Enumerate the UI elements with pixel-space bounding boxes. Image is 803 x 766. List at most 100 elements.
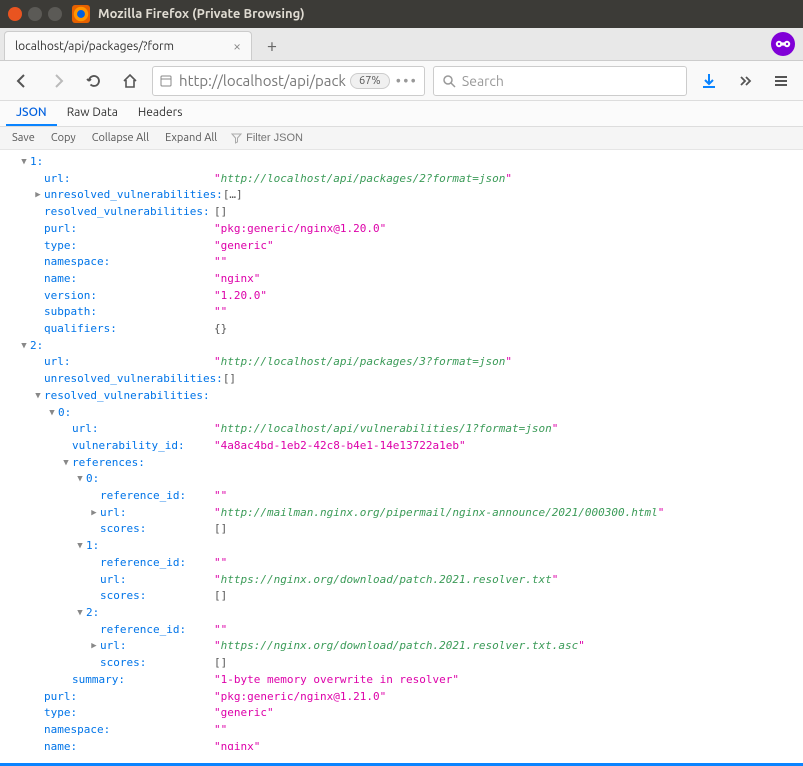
json-key[interactable]: purl:: [44, 221, 77, 238]
json-value: 1-byte memory overwrite in resolver: [221, 673, 453, 686]
json-value[interactable]: http://localhost/api/vulnerabilities/1?f…: [221, 422, 552, 435]
json-value: pkg:generic/nginx@1.21.0: [221, 690, 380, 703]
json-key[interactable]: type:: [44, 238, 77, 255]
home-button[interactable]: [116, 67, 144, 95]
json-value[interactable]: https://nginx.org/download/patch.2021.re…: [221, 639, 579, 652]
json-value[interactable]: http://localhost/api/packages/3?format=j…: [221, 355, 506, 368]
json-toolbar: Save Copy Collapse All Expand All: [0, 127, 803, 150]
expand-all-button[interactable]: Expand All: [159, 130, 223, 146]
reload-button[interactable]: [80, 67, 108, 95]
url-bar[interactable]: http://localhost/api/pack 67% •••: [152, 66, 425, 96]
json-key[interactable]: unresolved_vulnerabilities:: [44, 371, 223, 388]
json-key[interactable]: url:: [100, 572, 127, 589]
new-tab-button[interactable]: +: [258, 32, 286, 60]
toggle-icon[interactable]: ▼: [18, 338, 30, 355]
close-tab-icon[interactable]: ×: [233, 38, 241, 54]
overflow-button[interactable]: [731, 67, 759, 95]
navigation-toolbar: http://localhost/api/pack 67% ••• Search: [0, 61, 803, 101]
toggle-icon[interactable]: ▶: [32, 187, 44, 204]
json-value: 4a8ac4bd-1eb2-42c8-b4e1-14e13722a1eb: [221, 439, 459, 452]
toggle-icon[interactable]: ▶: [88, 505, 100, 522]
json-key[interactable]: type:: [44, 705, 77, 722]
tab-json[interactable]: JSON: [6, 101, 57, 126]
toggle-icon[interactable]: ▼: [74, 471, 86, 488]
json-key[interactable]: reference_id:: [100, 555, 186, 572]
json-value[interactable]: http://mailman.nginx.org/pipermail/nginx…: [221, 506, 658, 519]
toggle-icon[interactable]: ▼: [60, 455, 72, 472]
json-key[interactable]: reference_id:: [100, 622, 186, 639]
json-value: []: [214, 204, 227, 221]
filter-icon: [231, 133, 242, 144]
json-key[interactable]: name:: [44, 739, 77, 750]
toggle-icon[interactable]: ▶: [88, 638, 100, 655]
json-key[interactable]: summary:: [72, 672, 125, 689]
close-window-button[interactable]: [8, 7, 22, 21]
save-button[interactable]: Save: [6, 130, 41, 146]
json-key[interactable]: 1: [86, 538, 93, 555]
page-info-icon[interactable]: [159, 74, 173, 88]
json-key[interactable]: references:: [72, 455, 145, 472]
firefox-icon: [72, 5, 90, 23]
json-key[interactable]: scores:: [100, 655, 146, 672]
json-key[interactable]: url:: [100, 638, 127, 655]
json-key[interactable]: 2: [30, 338, 37, 355]
json-value: pkg:generic/nginx@1.20.0: [221, 222, 380, 235]
json-value: […]: [223, 187, 243, 204]
menu-button[interactable]: [767, 67, 795, 95]
json-key[interactable]: 0: [86, 471, 93, 488]
browser-tab[interactable]: localhost/api/packages/?form ×: [4, 31, 252, 60]
json-key[interactable]: unresolved_vulnerabilities:: [44, 187, 223, 204]
copy-button[interactable]: Copy: [45, 130, 82, 146]
page-actions-icon[interactable]: •••: [396, 72, 418, 89]
search-icon: [442, 74, 456, 88]
json-key[interactable]: namespace:: [44, 722, 110, 739]
maximize-window-button[interactable]: [48, 7, 62, 21]
json-value: 1.20.0: [221, 289, 261, 302]
json-value: generic: [221, 706, 267, 719]
downloads-button[interactable]: [695, 67, 723, 95]
json-key[interactable]: url:: [72, 421, 99, 438]
json-key[interactable]: name:: [44, 271, 77, 288]
json-key[interactable]: resolved_vulnerabilities:: [44, 204, 210, 221]
json-key[interactable]: version:: [44, 288, 97, 305]
collapse-all-button[interactable]: Collapse All: [86, 130, 155, 146]
toggle-icon[interactable]: ▼: [74, 605, 86, 622]
json-key[interactable]: url:: [100, 505, 127, 522]
json-value: []: [214, 655, 227, 672]
json-key[interactable]: 2: [86, 605, 93, 622]
minimize-window-button[interactable]: [28, 7, 42, 21]
tab-headers[interactable]: Headers: [128, 101, 193, 126]
search-box[interactable]: Search: [433, 66, 687, 96]
window-controls: [8, 7, 62, 21]
json-key[interactable]: purl:: [44, 689, 77, 706]
back-button[interactable]: [8, 67, 36, 95]
window-titlebar: Mozilla Firefox (Private Browsing): [0, 0, 803, 28]
json-key[interactable]: vulnerability_id:: [72, 438, 185, 455]
json-key[interactable]: url:: [44, 354, 71, 371]
json-key[interactable]: qualifiers:: [44, 321, 117, 338]
json-key[interactable]: resolved_vulnerabilities:: [44, 388, 210, 405]
toggle-icon[interactable]: ▼: [46, 405, 58, 422]
tab-bar: localhost/api/packages/?form × +: [0, 28, 803, 61]
toggle-icon[interactable]: ▼: [74, 538, 86, 555]
json-value[interactable]: http://localhost/api/packages/2?format=j…: [221, 172, 506, 185]
json-value: []: [223, 371, 236, 388]
json-value[interactable]: https://nginx.org/download/patch.2021.re…: [221, 573, 552, 586]
json-key[interactable]: namespace:: [44, 254, 110, 271]
json-key[interactable]: subpath:: [44, 304, 97, 321]
forward-button[interactable]: [44, 67, 72, 95]
json-value: nginx: [221, 740, 254, 750]
json-value: {}: [214, 321, 227, 338]
json-key[interactable]: url:: [44, 171, 71, 188]
tab-rawdata[interactable]: Raw Data: [57, 101, 128, 126]
filter-input[interactable]: [246, 132, 797, 144]
toggle-icon[interactable]: ▼: [32, 388, 44, 405]
toggle-icon[interactable]: ▼: [18, 154, 30, 171]
json-key[interactable]: 1: [30, 154, 37, 171]
json-key[interactable]: 0: [58, 405, 65, 422]
json-value: generic: [221, 239, 267, 252]
json-key[interactable]: scores:: [100, 588, 146, 605]
json-key[interactable]: scores:: [100, 521, 146, 538]
json-key[interactable]: reference_id:: [100, 488, 186, 505]
zoom-badge[interactable]: 67%: [350, 73, 390, 89]
